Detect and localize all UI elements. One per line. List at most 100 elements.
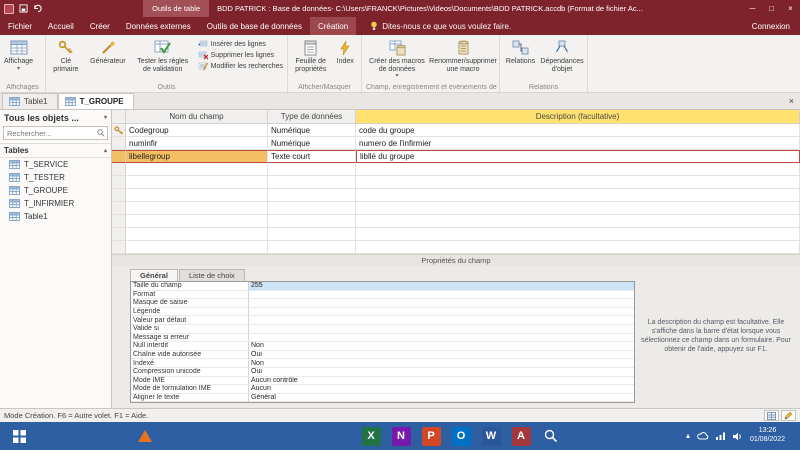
- tester-regles-button[interactable]: Tester les règles de validation: [132, 36, 194, 82]
- connexion-button[interactable]: Connexion: [752, 17, 790, 35]
- dependances-button[interactable]: Dépendances d'objet: [539, 36, 585, 82]
- tab-liste-de-choix[interactable]: Liste de choix: [179, 269, 245, 281]
- property-row[interactable]: Valeur par défaut: [131, 316, 634, 325]
- property-row[interactable]: Taille du champ255: [131, 282, 634, 291]
- property-row[interactable]: Chaîne vide autoriséeOui: [131, 351, 634, 360]
- creer-macros-button[interactable]: Créer des macros de données ▾: [364, 36, 430, 82]
- document-close-button[interactable]: ×: [789, 97, 794, 106]
- nav-item-t-groupe[interactable]: T_GROUPE: [0, 184, 111, 197]
- nav-section-tables[interactable]: Tables ▴: [0, 143, 111, 158]
- taskbar-onenote[interactable]: N: [386, 422, 416, 450]
- taskbar-powerpoint[interactable]: P: [416, 422, 446, 450]
- index-button[interactable]: Index: [331, 36, 359, 82]
- tab-creation[interactable]: Création: [310, 17, 356, 35]
- contextual-tab-group-label[interactable]: Outils de table: [143, 0, 209, 17]
- field-name-cell[interactable]: Codegroup: [126, 124, 268, 137]
- close-button[interactable]: ×: [781, 0, 800, 17]
- tab-general[interactable]: Général: [130, 269, 178, 281]
- maximize-button[interactable]: □: [762, 0, 781, 17]
- relations-button[interactable]: Relations: [502, 36, 539, 82]
- modifier-recherches-button[interactable]: Modifier les recherches: [198, 62, 283, 71]
- property-row[interactable]: Légende: [131, 308, 634, 317]
- empty-field-row[interactable]: [112, 163, 800, 176]
- empty-field-row[interactable]: [112, 202, 800, 215]
- tab-fichier[interactable]: Fichier: [0, 17, 40, 35]
- empty-field-row[interactable]: [112, 241, 800, 254]
- data-type-cell[interactable]: Numérique: [268, 124, 356, 137]
- nav-item-table1[interactable]: Table1: [0, 210, 111, 223]
- taskbar-word[interactable]: W: [476, 422, 506, 450]
- tab-accueil[interactable]: Accueil: [40, 17, 82, 35]
- property-row[interactable]: Masque de saisie: [131, 299, 634, 308]
- nav-item-t-infirmier[interactable]: T_INFIRMIER: [0, 197, 111, 210]
- empty-field-row[interactable]: [112, 228, 800, 241]
- window-controls: ─ □ ×: [743, 0, 800, 17]
- field-name-cell[interactable]: libellegroup: [126, 150, 268, 163]
- tell-me-box[interactable]: Dites-nous ce que vous voulez faire.: [370, 17, 511, 35]
- row-selector[interactable]: [112, 124, 126, 137]
- feuille-proprietes-button[interactable]: Feuille de propriétés: [290, 36, 331, 82]
- generateur-button[interactable]: Générateur: [84, 36, 132, 82]
- nav-search-input[interactable]: [4, 129, 97, 138]
- supprimer-lignes-button[interactable]: Supprimer les lignes: [198, 51, 283, 60]
- property-row[interactable]: IndexéNon: [131, 359, 634, 368]
- hidden-icons-chevron[interactable]: ▴: [686, 432, 690, 440]
- data-type-cell[interactable]: Texte court: [268, 150, 356, 163]
- taskbar-search[interactable]: [536, 422, 566, 450]
- doc-tab-table1[interactable]: Table1: [2, 93, 58, 109]
- taskbar-excel[interactable]: X: [356, 422, 386, 450]
- empty-field-row[interactable]: [112, 215, 800, 228]
- search-icon[interactable]: [97, 129, 105, 137]
- volume-icon[interactable]: [733, 432, 743, 441]
- taskbar-clock[interactable]: 13:26 01/08/2022: [750, 427, 785, 445]
- property-row[interactable]: Mode de formulation IMEAucun: [131, 385, 634, 394]
- renommer-macro-button[interactable]: Renommer/supprimer une macro: [430, 36, 496, 82]
- property-row[interactable]: Mode IMEAucun contrôle: [131, 377, 634, 386]
- row-selector[interactable]: [112, 137, 126, 150]
- description-cell[interactable]: code du groupe: [356, 124, 800, 137]
- excel-icon: X: [362, 427, 381, 446]
- minimize-button[interactable]: ─: [743, 0, 762, 17]
- tab-creer[interactable]: Créer: [82, 17, 118, 35]
- row-selector[interactable]: [112, 150, 126, 163]
- nav-item-t-service[interactable]: T_SERVICE: [0, 158, 111, 171]
- undo-icon[interactable]: [33, 4, 43, 13]
- tab-outils-bdd[interactable]: Outils de base de données: [199, 17, 310, 35]
- nav-item-t-tester[interactable]: T_TESTER: [0, 171, 111, 184]
- empty-field-row[interactable]: [112, 189, 800, 202]
- empty-field-row[interactable]: [112, 176, 800, 189]
- inserer-lignes-button[interactable]: Insérer des lignes: [198, 40, 283, 49]
- property-row[interactable]: Valide si: [131, 325, 634, 334]
- tab-donnees-externes[interactable]: Données externes: [118, 17, 199, 35]
- property-row[interactable]: Aligner le texteGénéral: [131, 394, 634, 403]
- data-type-header[interactable]: Type de données: [268, 110, 356, 124]
- doc-tab-t-groupe[interactable]: T_GROUPE: [58, 93, 134, 109]
- field-name-header[interactable]: Nom du champ: [126, 110, 268, 124]
- description-header[interactable]: Description (facultative): [356, 110, 800, 124]
- affichage-label: Affichage: [4, 58, 33, 66]
- cle-primaire-button[interactable]: Clé primaire: [48, 36, 84, 82]
- description-cell[interactable]: numero de l'infirmier: [356, 137, 800, 150]
- design-view-button[interactable]: [781, 410, 796, 421]
- taskbar-outlook[interactable]: O: [446, 422, 476, 450]
- network-icon[interactable]: [716, 432, 726, 440]
- affichage-button[interactable]: Affichage ▾: [2, 36, 35, 82]
- property-row[interactable]: Compression unicodeOui: [131, 368, 634, 377]
- view-icon: [10, 38, 28, 57]
- doc-tab-label: T_GROUPE: [80, 97, 124, 106]
- data-type-cell[interactable]: Numérique: [268, 137, 356, 150]
- supprimer-lignes-label: Supprimer les lignes: [211, 52, 274, 59]
- property-row[interactable]: Null interditNon: [131, 342, 634, 351]
- datasheet-view-button[interactable]: [764, 410, 779, 421]
- description-cell-active[interactable]: libllé du groupe: [356, 150, 800, 163]
- cloud-icon[interactable]: [697, 432, 709, 440]
- taskbar-access[interactable]: A: [506, 422, 536, 450]
- property-row[interactable]: Message si erreur: [131, 334, 634, 343]
- taskbar-vlc[interactable]: [130, 422, 160, 450]
- field-name-cell[interactable]: numinfir: [126, 137, 268, 150]
- start-button[interactable]: [0, 422, 38, 450]
- save-icon[interactable]: [19, 4, 28, 13]
- nav-pane-header[interactable]: Tous les objets ... ▾: [0, 110, 111, 125]
- property-row[interactable]: Format: [131, 291, 634, 300]
- feuille-proprietes-label: Feuille de propriétés: [292, 58, 329, 73]
